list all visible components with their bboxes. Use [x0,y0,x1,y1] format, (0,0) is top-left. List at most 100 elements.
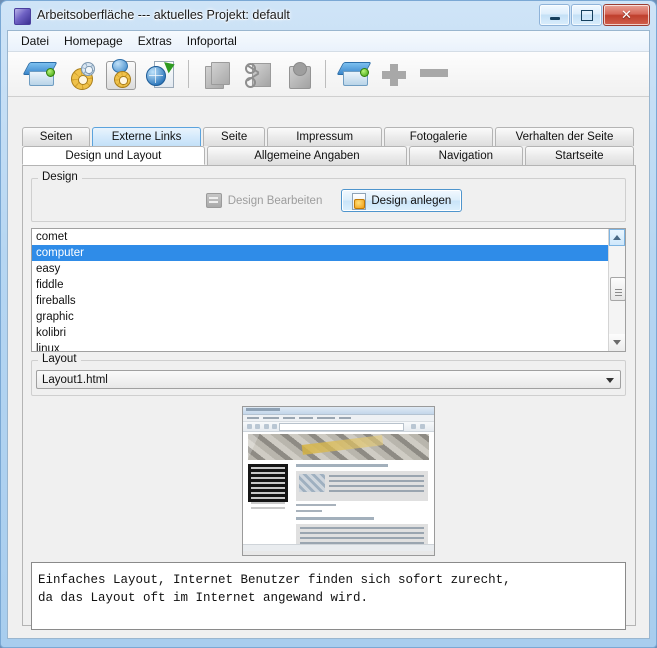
paste-button[interactable] [277,54,317,94]
list-item[interactable]: kolibri [32,325,625,341]
design-bearbeiten-button[interactable]: Design Bearbeiten [195,189,334,212]
menu-item-infoportal[interactable]: Infoportal [180,32,244,50]
window-title: Arbeitsoberfläche --- aktuelles Projekt:… [37,8,290,22]
design-bearbeiten-label: Design Bearbeiten [227,194,323,207]
edit-design-icon [205,193,222,208]
minus-icon [420,69,448,77]
list-item[interactable]: easy [32,261,625,277]
tab-bar-row-1: Seiten Externe Links Seite Impressum Fot… [22,127,636,146]
design-group-label: Design [38,171,82,183]
preview-content-block-1 [296,471,428,501]
design-list-scrollbar[interactable] [608,229,625,351]
application-window: Arbeitsoberfläche --- aktuelles Projekt:… [0,0,657,648]
menu-item-extras[interactable]: Extras [131,32,179,50]
preview-content-block-2 [296,524,428,546]
tab-impressum[interactable]: Impressum [267,127,383,146]
preview-browser-menubar [243,415,434,422]
grip-icon [614,288,622,290]
package-button[interactable] [334,54,374,94]
box-icon [336,62,372,86]
preview-browser-titlebar [243,407,434,415]
tab-allgemeine-angaben[interactable]: Allgemeine Angaben [206,146,408,165]
list-item-selected[interactable]: computer [32,245,625,261]
preview-page-body [243,432,434,551]
maximize-button[interactable] [571,4,602,26]
minimize-button[interactable] [539,4,570,26]
layout-group-label: Layout [38,353,81,365]
tab-startseite[interactable]: Startseite [524,146,634,165]
preview-address-bar [279,423,404,431]
project-box-button[interactable] [20,54,60,94]
minimize-icon [540,5,569,25]
list-item[interactable]: graphic [32,309,625,325]
preview-small-text-2 [296,510,322,512]
design-list[interactable]: comet computer easy fiddle fireballs gra… [31,228,626,352]
chevron-up-icon [613,235,621,240]
copy-icon [205,62,230,89]
app-icon [14,8,31,25]
scroll-down-button[interactable] [609,334,625,351]
tab-verhalten-der-seite[interactable]: Verhalten der Seite [494,127,634,146]
tab-navigation[interactable]: Navigation [409,146,523,165]
configure-gear-button[interactable] [100,54,140,94]
menu-item-datei[interactable]: Datei [14,32,56,50]
layout-select-value: Layout1.html [42,373,108,386]
add-button[interactable] [374,54,414,94]
title-bar[interactable]: Arbeitsoberfläche --- aktuelles Projekt:… [1,1,656,30]
paste-icon [285,62,311,89]
plus-icon [382,64,406,86]
scroll-up-button[interactable] [609,229,625,246]
design-group: Design Design Bearbeiten Design anlegen [31,171,626,222]
tab-bar-row-2: Design und Layout Allgemeine Angaben Nav… [22,146,636,165]
tab-seiten[interactable]: Seiten [22,127,91,146]
layout-preview-thumbnail [242,406,435,556]
design-button-row: Design Bearbeiten Design anlegen [32,189,625,212]
preview-sidebar-nav [248,464,288,509]
client-area: Seiten Externe Links Seite Impressum Fot… [8,97,649,638]
maximize-icon [572,5,601,25]
toolbar [8,52,649,97]
chevron-down-icon [606,378,614,383]
preview-small-text-1 [296,504,336,506]
new-design-icon [352,193,367,210]
list-item[interactable]: fireballs [32,293,625,309]
layout-select[interactable]: Layout1.html [36,370,621,389]
preview-heading-1 [296,464,388,467]
tab-panel-design-und-layout: Design Design Bearbeiten Design anlegen [22,165,636,630]
list-item[interactable]: linux [32,341,625,351]
tab-externe-links[interactable]: Externe Links [92,127,202,146]
window-controls: ✕ [538,4,650,26]
preview-heading-2 [296,517,374,520]
toolbar-separator [188,60,189,88]
list-item[interactable]: comet [32,229,625,245]
chevron-down-icon [613,340,621,345]
scrollbar-thumb[interactable] [610,277,625,301]
menu-item-homepage[interactable]: Homepage [57,32,130,50]
menu-bar: Datei Homepage Extras Infoportal [8,31,649,52]
cut-icon [245,62,271,88]
preview-browser-toolbar [243,422,434,432]
close-button[interactable]: ✕ [603,4,650,26]
toolbar-separator [325,60,326,88]
globe-export-icon [146,58,177,88]
preview-banner-image [248,434,429,460]
tab-design-und-layout[interactable]: Design und Layout [22,146,205,165]
gear-in-frame-icon [106,59,136,90]
publish-button[interactable] [140,54,180,94]
layout-description: Einfaches Layout, Internet Benutzer find… [31,562,626,630]
remove-button[interactable] [414,54,454,94]
copy-button[interactable] [197,54,237,94]
tab-fotogalerie[interactable]: Fotogalerie [384,127,493,146]
list-item[interactable]: fiddle [32,277,625,293]
settings-gear-button[interactable] [60,54,100,94]
cut-button[interactable] [237,54,277,94]
layout-group: Layout Layout1.html [31,353,626,396]
tab-seite[interactable]: Seite [203,127,266,146]
close-icon: ✕ [621,7,632,23]
gears-icon [67,62,95,90]
design-anlegen-label: Design anlegen [371,194,452,207]
preview-status-bar [243,544,434,551]
box-icon [22,62,58,86]
window-inner-frame: Datei Homepage Extras Infoportal Seiten … [7,30,650,639]
design-anlegen-button[interactable]: Design anlegen [341,189,463,212]
